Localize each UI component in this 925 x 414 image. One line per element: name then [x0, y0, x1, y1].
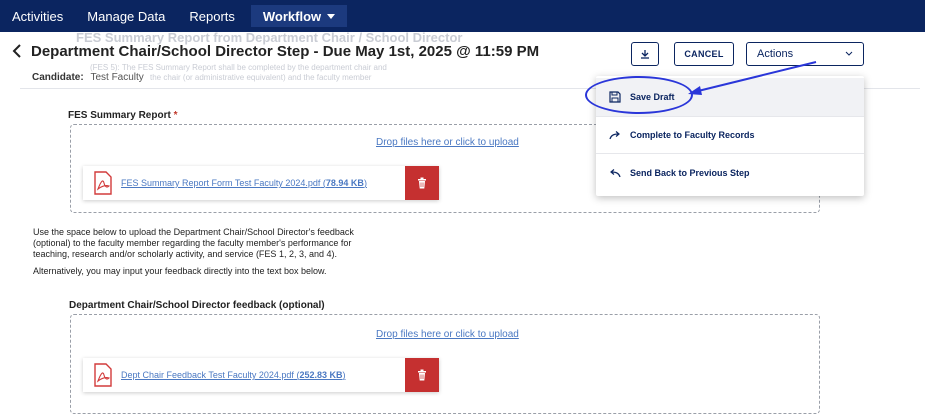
delete-fes-file-button[interactable]: [405, 166, 439, 200]
fes-file-link[interactable]: FES Summary Report Form Test Faculty 202…: [121, 178, 367, 188]
chevron-down-icon: [845, 51, 853, 56]
nav-item-workflow[interactable]: Workflow: [250, 5, 348, 27]
actions-dropdown[interactable]: Actions: [746, 42, 864, 66]
background-note-2: the chair (or administrative equivalent)…: [150, 73, 372, 82]
candidate-row: Candidate: Test Faculty: [32, 72, 144, 83]
menu-item-label: Complete to Faculty Records: [630, 130, 755, 140]
top-nav: Activities Manage Data Reports Workflow: [0, 0, 925, 32]
instructions-line-3: teaching, research and/or scholarly acti…: [33, 249, 337, 259]
background-note-1: (FES 5): The FES Summary Report shall be…: [90, 63, 387, 72]
menu-item-save-draft[interactable]: Save Draft: [596, 78, 864, 116]
download-button[interactable]: [631, 42, 659, 66]
feedback-dropzone-link[interactable]: Drop files here or click to upload: [376, 329, 519, 340]
feedback-section-label: Department Chair/School Director feedbac…: [69, 300, 325, 311]
actions-label: Actions: [757, 48, 794, 60]
nav-item-reports[interactable]: Reports: [177, 0, 247, 32]
fes-file-card: FES Summary Report Form Test Faculty 202…: [83, 166, 439, 200]
instructions-line-1: Use the space below to upload the Depart…: [33, 227, 354, 237]
fes-section-title: FES Summary Report: [68, 110, 171, 121]
trash-icon: [418, 177, 426, 189]
feedback-file-link[interactable]: Dept Chair Feedback Test Faculty 2024.pd…: [121, 370, 345, 380]
trash-icon: [418, 369, 426, 381]
caret-down-icon: [327, 13, 336, 19]
fes-dropzone-link[interactable]: Drop files here or click to upload: [376, 137, 519, 148]
delete-feedback-file-button[interactable]: [405, 358, 439, 392]
fes-section-label: FES Summary Report *: [68, 110, 178, 121]
download-icon: [641, 50, 649, 59]
instructions-paragraph: Use the space below to upload the Depart…: [33, 227, 354, 260]
menu-item-label: Send Back to Previous Step: [630, 168, 750, 178]
forward-arrow-icon: [608, 128, 622, 142]
feedback-file-name: Dept Chair Feedback Test Faculty 2024.pd…: [121, 370, 294, 380]
save-icon: [608, 90, 622, 104]
instructions-alternative: Alternatively, you may input your feedba…: [33, 266, 327, 276]
feedback-file-size: 252.83 KB: [299, 370, 343, 380]
feedback-file-card: Dept Chair Feedback Test Faculty 2024.pd…: [83, 358, 439, 392]
nav-item-workflow-label: Workflow: [262, 8, 322, 24]
menu-item-complete-to-faculty-records[interactable]: Complete to Faculty Records: [596, 116, 864, 154]
fes-file-name: FES Summary Report Form Test Faculty 202…: [121, 178, 321, 188]
candidate-name: Test Faculty: [90, 72, 144, 83]
nav-item-activities[interactable]: Activities: [0, 0, 75, 32]
back-chevron-icon[interactable]: [10, 42, 24, 60]
candidate-label: Candidate:: [32, 72, 84, 83]
cancel-button[interactable]: CANCEL: [674, 42, 734, 66]
actions-menu: Save Draft Complete to Faculty Records S…: [596, 76, 864, 196]
menu-item-send-back[interactable]: Send Back to Previous Step: [596, 154, 864, 192]
page-title: Department Chair/School Director Step - …: [31, 43, 540, 60]
instructions-line-2: (optional) to the faculty member regardi…: [33, 238, 352, 248]
menu-item-label: Save Draft: [630, 92, 675, 102]
required-marker: *: [173, 110, 178, 121]
pdf-file-icon: [94, 171, 112, 195]
pdf-file-icon: [94, 363, 112, 387]
reply-icon: [608, 166, 622, 180]
nav-item-manage-data[interactable]: Manage Data: [75, 0, 177, 32]
fes-file-size: 78.94 KB: [325, 178, 364, 188]
